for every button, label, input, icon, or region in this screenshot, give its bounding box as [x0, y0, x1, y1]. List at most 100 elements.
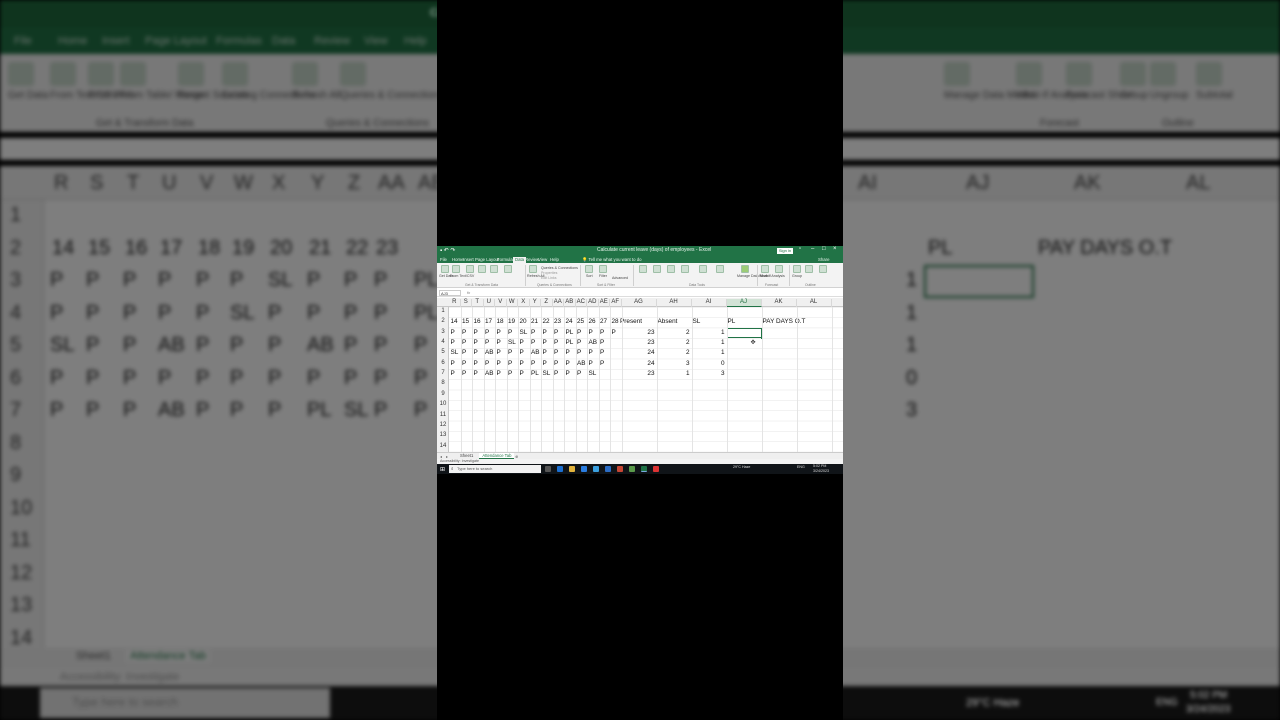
column-header-aj[interactable]: AJ: [726, 299, 762, 307]
relationships-icon[interactable]: [716, 265, 724, 273]
present-value[interactable]: 23: [622, 370, 654, 378]
attendance-cell[interactable]: P: [577, 349, 581, 357]
attendance-cell[interactable]: P: [600, 329, 604, 337]
column-header-w[interactable]: W: [507, 299, 518, 307]
attendance-cell[interactable]: P: [520, 339, 524, 347]
language-indicator[interactable]: ENG: [797, 465, 805, 469]
present-value[interactable]: 24: [622, 349, 654, 357]
attendance-cell[interactable]: P: [485, 360, 489, 368]
store-icon[interactable]: [581, 466, 587, 472]
weather-widget[interactable]: 29°C Haze: [733, 465, 750, 469]
row-number-4[interactable]: 4: [437, 339, 449, 345]
attendance-cell[interactable]: AB: [485, 349, 494, 357]
attendance-cell[interactable]: P: [531, 329, 535, 337]
attendance-cell[interactable]: P: [474, 349, 478, 357]
flash-fill-icon[interactable]: [653, 265, 661, 273]
attendance-cell[interactable]: P: [485, 329, 489, 337]
attendance-cell[interactable]: SL: [451, 349, 459, 357]
attendance-cell[interactable]: P: [474, 339, 478, 347]
column-header-y[interactable]: Y: [530, 299, 541, 307]
attendance-cell[interactable]: P: [577, 329, 581, 337]
excel-taskbar-icon[interactable]: [641, 466, 647, 472]
column-header-u[interactable]: U: [484, 299, 495, 307]
attendance-cell[interactable]: AB: [589, 339, 598, 347]
text-to-columns-icon[interactable]: [639, 265, 647, 273]
clock-date[interactable]: 3/24/2023: [813, 469, 829, 473]
data-validation-icon[interactable]: [681, 265, 689, 273]
tab-home[interactable]: Home: [452, 257, 463, 262]
attendance-cell[interactable]: P: [600, 339, 604, 347]
row-number-10[interactable]: 10: [437, 401, 449, 407]
clock-time[interactable]: 5:02 PM: [813, 464, 826, 468]
ribbon-display-icon[interactable]: ▫: [799, 246, 801, 252]
refresh-all-icon[interactable]: [529, 265, 537, 273]
absent-value[interactable]: 2: [657, 329, 690, 337]
attendance-cell[interactable]: P: [508, 349, 512, 357]
remove-duplicates-icon[interactable]: [667, 265, 675, 273]
attendance-cell[interactable]: SL: [543, 370, 551, 378]
row-number-1[interactable]: 1: [437, 308, 449, 314]
attendance-cell[interactable]: SL: [508, 339, 516, 347]
subtotal-icon[interactable]: [819, 265, 827, 273]
attendance-cell[interactable]: P: [554, 329, 558, 337]
row-number-12[interactable]: 12: [437, 422, 449, 428]
sl-value[interactable]: 1: [692, 339, 725, 347]
attendance-cell[interactable]: P: [600, 360, 604, 368]
column-header-af[interactable]: AF: [610, 299, 622, 307]
attendance-cell[interactable]: P: [474, 329, 478, 337]
row-number-2[interactable]: 2: [437, 318, 449, 324]
file-explorer-icon[interactable]: [569, 466, 575, 472]
recent-sources-icon[interactable]: [490, 265, 498, 273]
consolidate-icon[interactable]: [699, 265, 707, 273]
attendance-cell[interactable]: P: [462, 370, 466, 378]
column-header-aa[interactable]: AA: [553, 299, 564, 307]
maximize-icon[interactable]: □: [822, 246, 826, 252]
group-icon[interactable]: [793, 265, 801, 273]
attendance-cell[interactable]: P: [462, 349, 466, 357]
tab-file[interactable]: File: [440, 257, 447, 262]
mail-icon[interactable]: [593, 466, 599, 472]
attendance-cell[interactable]: AB: [577, 360, 586, 368]
attendance-cell[interactable]: P: [508, 329, 512, 337]
column-header-ad[interactable]: AD: [587, 299, 599, 307]
ungroup-icon[interactable]: [805, 265, 813, 273]
attendance-cell[interactable]: P: [589, 349, 593, 357]
edge-icon[interactable]: [557, 466, 563, 472]
sign-in-button[interactable]: Sign in: [777, 248, 793, 254]
from-text-icon[interactable]: [452, 265, 460, 273]
attendance-cell[interactable]: P: [451, 370, 455, 378]
what-if-icon[interactable]: [761, 265, 769, 273]
row-number-11[interactable]: 11: [437, 412, 449, 418]
column-header-z[interactable]: Z: [541, 299, 553, 307]
absent-value[interactable]: 2: [657, 349, 690, 357]
youtube-icon[interactable]: [653, 466, 659, 472]
present-value[interactable]: 23: [622, 339, 654, 347]
column-header-al[interactable]: AL: [797, 299, 832, 307]
present-value[interactable]: 23: [622, 329, 654, 337]
tab-review[interactable]: Review: [525, 257, 539, 262]
row-number-6[interactable]: 6: [437, 360, 449, 366]
row-number-3[interactable]: 3: [437, 329, 449, 335]
tab-help[interactable]: Help: [550, 257, 559, 262]
powerpoint-icon[interactable]: [617, 466, 623, 472]
attendance-cell[interactable]: AB: [485, 370, 494, 378]
attendance-cell[interactable]: PL: [531, 370, 539, 378]
column-header-ac[interactable]: AC: [576, 299, 587, 307]
present-value[interactable]: 24: [622, 360, 654, 368]
from-text-label[interactable]: From Text/CSV: [450, 274, 474, 278]
attendance-cell[interactable]: P: [566, 370, 570, 378]
sl-value[interactable]: 1: [692, 349, 725, 357]
word-icon[interactable]: [605, 466, 611, 472]
attendance-cell[interactable]: P: [577, 370, 581, 378]
column-header-t[interactable]: T: [472, 299, 484, 307]
attendance-cell[interactable]: P: [474, 370, 478, 378]
attendance-cell[interactable]: P: [600, 349, 604, 357]
attendance-cell[interactable]: P: [531, 339, 535, 347]
group-label[interactable]: Group: [792, 274, 802, 278]
attendance-cell[interactable]: P: [485, 339, 489, 347]
attendance-cell[interactable]: SL: [520, 329, 528, 337]
attendance-cell[interactable]: P: [543, 339, 547, 347]
absent-value[interactable]: 1: [657, 370, 690, 378]
row-number-9[interactable]: 9: [437, 391, 449, 397]
column-header-v[interactable]: V: [495, 299, 507, 307]
